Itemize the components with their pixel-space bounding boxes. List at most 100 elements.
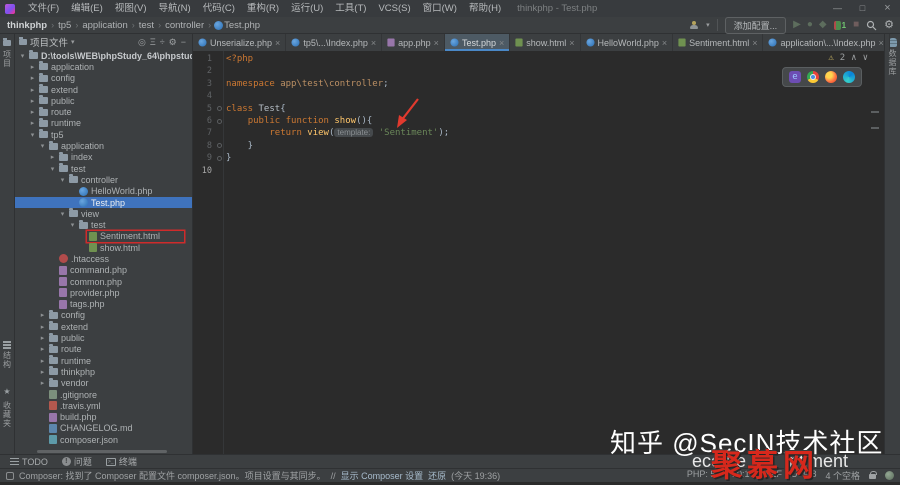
horizontal-scrollbar[interactable]	[37, 450, 167, 453]
tree-row-index[interactable]: ▸index	[15, 152, 192, 163]
tab-app.php[interactable]: app.php×	[382, 34, 445, 51]
tree-row-Sentiment.html[interactable]: Sentiment.html	[15, 231, 192, 242]
tab-tp5\...\Index.php[interactable]: tp5\...\Index.php×	[286, 34, 382, 51]
tab-close-icon[interactable]: ×	[434, 38, 439, 48]
tree-row-HelloWorld.php[interactable]: HelloWorld.php	[15, 186, 192, 197]
locate-icon[interactable]: ◎	[136, 37, 148, 47]
tree-row-route[interactable]: ▸route	[15, 106, 192, 117]
tab-Test.php[interactable]: Test.php×	[445, 34, 510, 51]
edge-icon[interactable]	[843, 71, 855, 83]
debug-listen-icon[interactable]: 1	[834, 21, 846, 30]
tab-Sentiment.html[interactable]: Sentiment.html×	[673, 34, 763, 51]
breadcrumb-item[interactable]: Test.php	[223, 20, 261, 31]
collapse-all-icon[interactable]: ÷	[158, 37, 167, 47]
tree-row-.gitignore[interactable]: .gitignore	[15, 389, 192, 400]
menu-item[interactable]: 文件(F)	[22, 0, 65, 17]
coverage-icon[interactable]: ◆	[819, 19, 827, 31]
next-warning-icon[interactable]: ∨	[863, 53, 868, 63]
chevron-down-icon[interactable]: ▾	[706, 21, 710, 29]
run-icon[interactable]: ▶	[793, 19, 801, 31]
menu-item[interactable]: 窗口(W)	[417, 0, 463, 17]
menu-item[interactable]: 代码(C)	[197, 0, 241, 17]
tab-close-icon[interactable]: ×	[371, 38, 376, 48]
chevron-down-icon[interactable]: ▾	[71, 38, 75, 46]
expand-all-icon[interactable]: Ξ	[148, 37, 158, 47]
tree-row-thinkphp[interactable]: ▸thinkphp	[15, 366, 192, 377]
tab-close-icon[interactable]: ×	[879, 38, 884, 48]
ie-icon[interactable]	[789, 71, 801, 83]
tree-row-public[interactable]: ▸public	[15, 95, 192, 106]
tool-window-button-终端[interactable]: 终端	[106, 455, 137, 468]
tab-close-icon[interactable]: ×	[499, 38, 504, 48]
fold-icon[interactable]	[217, 106, 222, 111]
tree-row-extend[interactable]: ▸extend	[15, 321, 192, 332]
tree-row-common.php[interactable]: common.php	[15, 276, 192, 287]
tree-row-application[interactable]: ▸application	[15, 61, 192, 72]
tree-row-application[interactable]: ▾application	[15, 140, 192, 151]
breadcrumb-item[interactable]: test	[138, 20, 155, 31]
lock-icon[interactable]	[869, 474, 876, 479]
maximize-icon[interactable]	[850, 0, 875, 17]
tree-row-runtime[interactable]: ▸runtime	[15, 355, 192, 366]
tree-row-.travis.yml[interactable]: .travis.yml	[15, 400, 192, 411]
menu-item[interactable]: 帮助(H)	[463, 0, 507, 17]
tool-window-switcher-icon[interactable]	[6, 472, 14, 480]
tree-row-show.html[interactable]: show.html	[15, 242, 192, 253]
tab-close-icon[interactable]: ×	[569, 38, 574, 48]
tab-close-icon[interactable]: ×	[752, 38, 757, 48]
show-composer-settings-link[interactable]: 显示 Composer 设置	[341, 469, 424, 482]
tree-row-D:\tools\WEB\phpStudy_64\phpstudy_pro\[interactable]: ▾D:\tools\WEB\phpStudy_64\phpstudy_pro\	[15, 50, 192, 61]
settings-icon[interactable]: ⚙	[167, 37, 179, 47]
tree-row-route[interactable]: ▸route	[15, 344, 192, 355]
menu-item[interactable]: VCS(S)	[372, 0, 416, 17]
tree-row-Test.php[interactable]: Test.php	[15, 197, 192, 208]
tree-row-config[interactable]: ▸config	[15, 310, 192, 321]
tree-row-build.php[interactable]: build.php	[15, 412, 192, 423]
indicator-icon[interactable]	[885, 471, 894, 480]
tab-show.html[interactable]: show.html×	[510, 34, 580, 51]
tree-row-test[interactable]: ▾test	[15, 219, 192, 230]
editor[interactable]: 1<?php23namespace app\test\controller;45…	[193, 51, 884, 454]
menu-item[interactable]: 重构(R)	[241, 0, 285, 17]
prev-warning-icon[interactable]: ∧	[851, 53, 856, 63]
tree-row-tp5[interactable]: ▾tp5	[15, 129, 192, 140]
hide-icon[interactable]: −	[179, 37, 188, 47]
fold-icon[interactable]	[217, 156, 222, 161]
tree-row-tags.php[interactable]: tags.php	[15, 299, 192, 310]
tab-close-icon[interactable]: ×	[662, 38, 667, 48]
tree-row-command.php[interactable]: command.php	[15, 265, 192, 276]
tree-row-.htaccess[interactable]: .htaccess	[15, 253, 192, 264]
breadcrumb-item[interactable]: thinkphp	[6, 20, 48, 31]
tree-row-runtime[interactable]: ▸runtime	[15, 118, 192, 129]
fold-icon[interactable]	[217, 119, 222, 124]
user-icon[interactable]	[689, 21, 699, 30]
tree-row-controller[interactable]: ▾controller	[15, 174, 192, 185]
menu-item[interactable]: 编辑(E)	[65, 0, 109, 17]
tree-row-test[interactable]: ▾test	[15, 163, 192, 174]
breadcrumb-item[interactable]: application	[81, 20, 128, 31]
close-icon[interactable]	[875, 0, 900, 17]
tree-row-CHANGELOG.md[interactable]: CHANGELOG.md	[15, 423, 192, 434]
project-view-title[interactable]: 项目文件	[30, 35, 68, 49]
tool-window-button-问题[interactable]: 问题	[62, 455, 92, 468]
tree-row-public[interactable]: ▸public	[15, 332, 192, 343]
tool-window-button-TODO[interactable]: TODO	[10, 457, 48, 467]
tree-row-view[interactable]: ▾view	[15, 208, 192, 219]
tree-row-vendor[interactable]: ▸vendor	[15, 378, 192, 389]
tree-row-extend[interactable]: ▸extend	[15, 84, 192, 95]
tree-row-composer.json[interactable]: composer.json	[15, 434, 192, 445]
add-configuration-button[interactable]: 添加配置...	[725, 17, 787, 34]
menu-item[interactable]: 运行(U)	[285, 0, 329, 17]
search-icon[interactable]	[866, 20, 877, 31]
menu-item[interactable]: 工具(T)	[329, 0, 372, 17]
tab-close-icon[interactable]: ×	[275, 38, 280, 48]
tab-Unserialize.php[interactable]: Unserialize.php×	[193, 34, 286, 51]
minimize-icon[interactable]	[825, 0, 850, 17]
gear-icon[interactable]: ⚙	[884, 19, 894, 31]
restore-link[interactable]: 还原	[428, 469, 446, 482]
firefox-icon[interactable]	[825, 71, 837, 83]
debug-icon[interactable]: ●	[807, 19, 813, 31]
tree-row-config[interactable]: ▸config	[15, 73, 192, 84]
menu-item[interactable]: 视图(V)	[109, 0, 153, 17]
chrome-icon[interactable]	[807, 71, 819, 83]
